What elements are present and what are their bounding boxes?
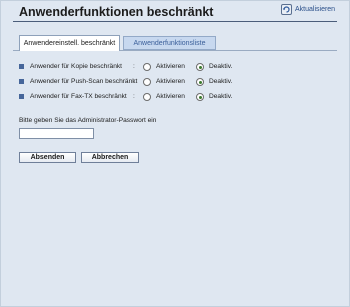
header-divider: [13, 21, 337, 22]
cancel-button[interactable]: Abbrechen: [81, 152, 139, 163]
password-prompt: Bitte geben Sie das Administrator-Passwo…: [19, 117, 157, 124]
separator: :: [133, 63, 135, 70]
settings-list: Anwender für Kopie beschränkt : Aktivier…: [19, 61, 339, 106]
refresh-link[interactable]: Aktualisieren: [281, 4, 335, 15]
copy-enable-radio[interactable]: [143, 63, 151, 71]
push-scan-enable-radio[interactable]: [143, 78, 151, 86]
setting-row-push-scan: Anwender für Push-Scan beschränkt : Akti…: [19, 76, 339, 91]
bullet-icon: [19, 64, 24, 69]
push-scan-disable-radio[interactable]: [196, 78, 204, 86]
disable-label[interactable]: Deaktiv.: [209, 76, 232, 87]
fax-tx-enable-option[interactable]: Aktivieren: [143, 91, 185, 102]
separator: :: [133, 93, 135, 100]
separator: :: [133, 78, 135, 85]
fax-tx-disable-radio[interactable]: [196, 93, 204, 101]
enable-label[interactable]: Aktivieren: [156, 61, 185, 72]
refresh-label[interactable]: Aktualisieren: [295, 6, 335, 13]
enable-label[interactable]: Aktivieren: [156, 91, 185, 102]
tab-user-function-list[interactable]: Anwenderfunktionsliste: [123, 36, 216, 50]
setting-label: Anwender für Fax-TX beschränkt: [30, 93, 127, 100]
submit-button[interactable]: Absenden: [19, 152, 76, 163]
setting-label: Anwender für Push-Scan beschränkt: [30, 78, 138, 85]
fax-tx-disable-option[interactable]: Deaktiv.: [196, 91, 232, 102]
bullet-icon: [19, 94, 24, 99]
fax-tx-enable-radio[interactable]: [143, 93, 151, 101]
copy-enable-option[interactable]: Aktivieren: [143, 61, 185, 72]
tab-user-settings-restricted[interactable]: Anwendereinstell. beschränkt: [19, 35, 120, 51]
header: Anwenderfunktionen beschränkt Aktualisie…: [0, 0, 350, 24]
disable-label[interactable]: Deaktiv.: [209, 91, 232, 102]
refresh-icon[interactable]: [281, 4, 292, 15]
bullet-icon: [19, 79, 24, 84]
setting-row-fax-tx: Anwender für Fax-TX beschränkt : Aktivie…: [19, 91, 339, 106]
copy-disable-option[interactable]: Deaktiv.: [196, 61, 232, 72]
push-scan-enable-option[interactable]: Aktivieren: [143, 76, 185, 87]
enable-label[interactable]: Aktivieren: [156, 76, 185, 87]
setting-row-copy: Anwender für Kopie beschränkt : Aktivier…: [19, 61, 339, 76]
page-title: Anwenderfunktionen beschränkt: [19, 5, 214, 19]
push-scan-disable-option[interactable]: Deaktiv.: [196, 76, 232, 87]
disable-label[interactable]: Deaktiv.: [209, 61, 232, 72]
copy-disable-radio[interactable]: [196, 63, 204, 71]
setting-label: Anwender für Kopie beschränkt: [30, 63, 123, 70]
admin-password-input[interactable]: [19, 128, 94, 139]
